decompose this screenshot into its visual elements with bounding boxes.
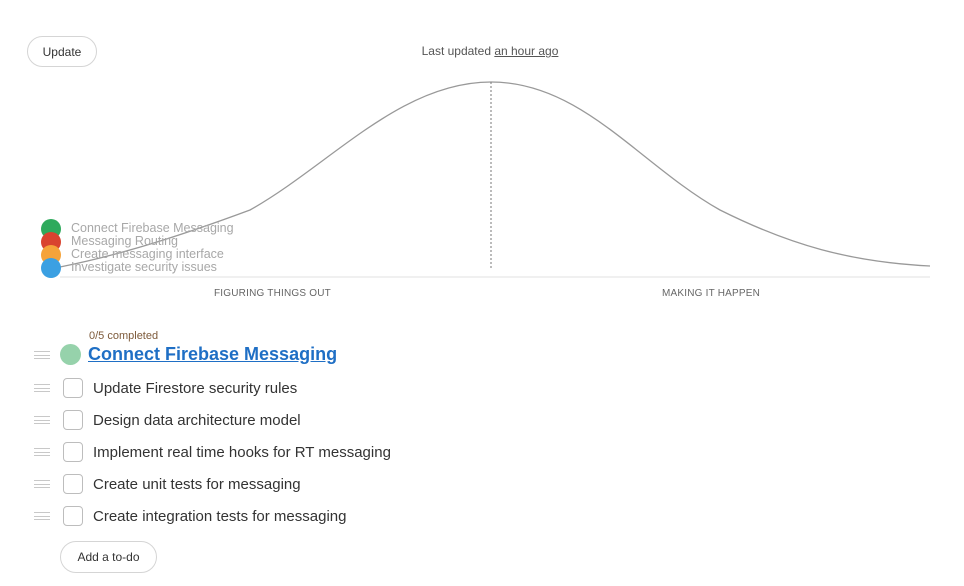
todo-label[interactable]: Create unit tests for messaging: [93, 476, 301, 493]
todo-checkbox[interactable]: [63, 442, 83, 462]
add-todo-button[interactable]: Add a to-do: [60, 541, 157, 573]
todo-checkbox[interactable]: [63, 506, 83, 526]
todo-checkbox[interactable]: [63, 474, 83, 494]
drag-handle-todo[interactable]: [34, 512, 50, 520]
hill-curve: [59, 81, 931, 268]
todo-item: Create unit tests for messaging: [63, 473, 301, 495]
hill-scope-3[interactable]: Investigate security issues: [41, 257, 217, 278]
todo-item: Create integration tests for messaging: [63, 505, 346, 527]
drag-handle-scope[interactable]: [34, 351, 50, 359]
todo-checkbox[interactable]: [63, 378, 83, 398]
hill-scope-label: Investigate security issues: [71, 260, 217, 274]
todo-item: Design data architecture model: [63, 409, 301, 431]
drag-handle-todo[interactable]: [34, 416, 50, 424]
todo-label[interactable]: Design data architecture model: [93, 412, 301, 429]
todo-item: Implement real time hooks for RT messagi…: [63, 441, 391, 463]
scope-progress: 0/5 completed: [89, 330, 159, 342]
todo-label[interactable]: Implement real time hooks for RT messagi…: [93, 444, 391, 461]
drag-handle-todo[interactable]: [34, 384, 50, 392]
todo-item: Update Firestore security rules: [63, 377, 297, 399]
phase-label-left: FIGURING THINGS OUT: [214, 288, 331, 299]
phase-label-right: MAKING IT HAPPEN: [662, 288, 761, 299]
todo-label[interactable]: Update Firestore security rules: [93, 380, 297, 397]
scope-title-link[interactable]: Connect Firebase Messaging: [88, 344, 337, 365]
todo-checkbox[interactable]: [63, 410, 83, 430]
todo-label[interactable]: Create integration tests for messaging: [93, 508, 346, 525]
drag-handle-todo[interactable]: [34, 448, 50, 456]
scope-color-dot: [60, 344, 81, 365]
hill-scope-dot[interactable]: [41, 257, 61, 278]
drag-handle-todo[interactable]: [34, 480, 50, 488]
